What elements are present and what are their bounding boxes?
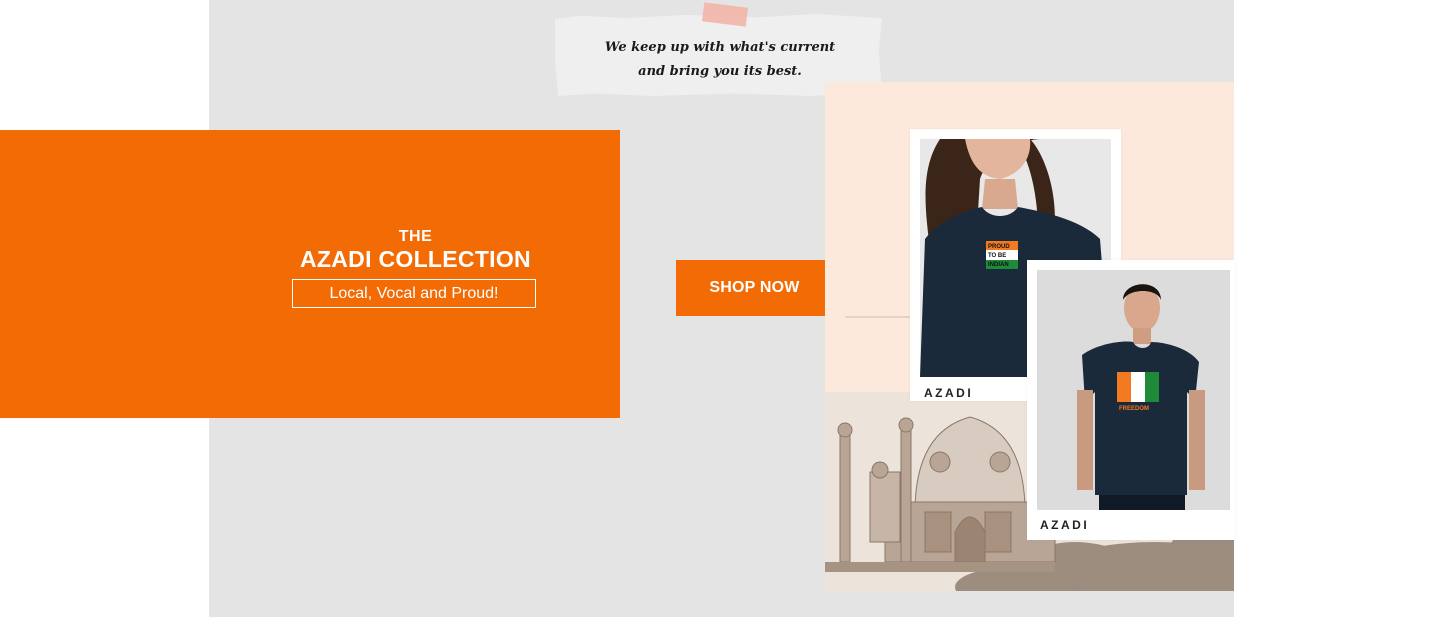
- svg-text:INDIAN: INDIAN: [988, 262, 1009, 268]
- product-photo[interactable]: FREEDOM: [1037, 270, 1230, 510]
- product-label: AZADI: [1040, 518, 1090, 532]
- svg-text:TO BE: TO BE: [988, 253, 1006, 259]
- note-text: We keep up with what's current and bring…: [575, 36, 865, 84]
- product-label: AZADI: [924, 386, 974, 400]
- shop-now-button[interactable]: SHOP NOW: [676, 260, 833, 316]
- svg-text:FREEDOM: FREEDOM: [1119, 406, 1149, 412]
- product-card-men-tee[interactable]: FREEDOM AZADI: [1027, 260, 1235, 540]
- hero-tagline: Local, Vocal and Proud!: [292, 279, 536, 308]
- svg-text:PROUD: PROUD: [988, 244, 1010, 250]
- hero-banner: [0, 130, 620, 418]
- hero-eyebrow: THE: [398, 228, 433, 245]
- hero-title: AZADI COLLECTION: [300, 246, 531, 272]
- note-line-1: We keep up with what's current: [604, 40, 836, 55]
- note-line-2: and bring you its best.: [638, 64, 802, 79]
